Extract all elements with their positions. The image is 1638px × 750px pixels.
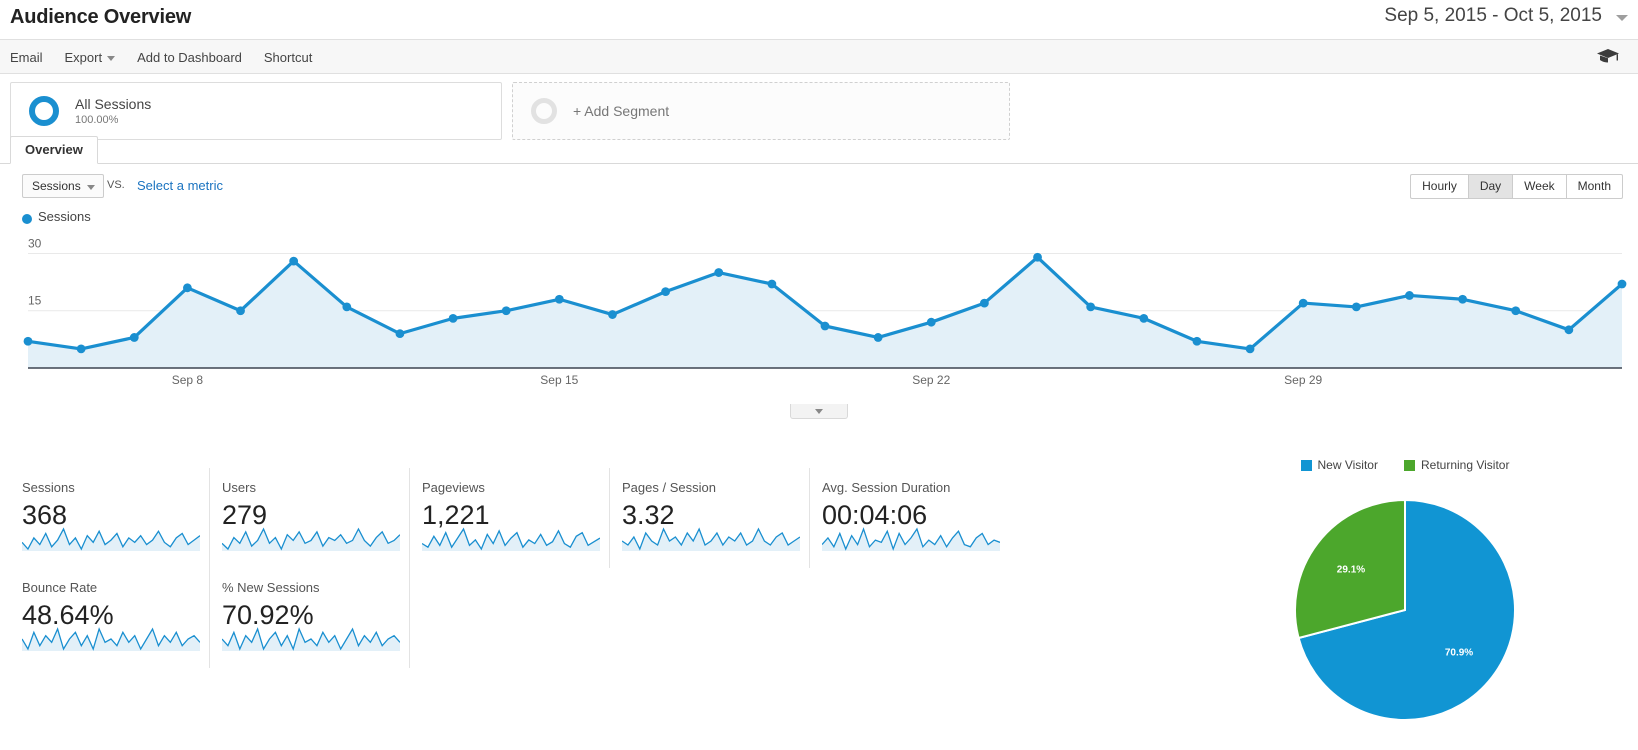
visitor-type-pie-chart[interactable]: 70.9% 29.1% [1190,475,1620,745]
metric-select-value: Sessions [32,179,81,193]
sessions-line-chart[interactable]: 15 30 Sep 8 Sep 15 Sep 22 Sep 29 [10,230,1628,419]
chart-legend: Sessions [0,208,1638,230]
legend-label-sessions: Sessions [38,209,91,224]
add-to-dashboard-label: Add to Dashboard [137,49,242,65]
metric-label: Pages / Session [622,480,716,495]
metric-label: % New Sessions [222,580,320,595]
tab-overview[interactable]: Overview [10,136,98,164]
date-range-caret-icon[interactable] [1616,15,1628,21]
add-segment-ring-icon [531,98,557,124]
select-a-metric-link[interactable]: Select a metric [137,178,223,193]
segment-name: All Sessions [75,95,152,112]
vs-label: VS. [107,179,125,191]
title-bar: Audience Overview Sep 5, 2015 - Oct 5, 2… [0,0,1638,40]
granularity-week[interactable]: Week [1512,174,1566,199]
date-range-picker[interactable]: Sep 5, 2015 - Oct 5, 2015 [1384,5,1602,27]
metric-card-avg-session-duration[interactable]: Avg. Session Duration 00:04:06 [810,468,1010,568]
pie-legend-label-returning: Returning Visitor [1420,458,1510,472]
export-label: Export [64,49,103,65]
metric-card-row-1: Sessions 368 Users 279 Pageviews 1,221 P… [10,468,1020,568]
shortcut-button[interactable]: Shortcut [264,50,312,65]
sessions-line-chart-svg: 15 30 Sep 8 Sep 15 Sep 22 Sep 29 [23,236,1627,387]
export-button[interactable]: Export [65,50,116,65]
granularity-month[interactable]: Month [1565,174,1623,199]
pie-legend-swatch-returning [1403,459,1415,471]
metric-label: Users [222,480,256,495]
segment-all-sessions[interactable]: All Sessions 100.00% [10,82,502,140]
metric-label: Pageviews [422,480,485,495]
pie-legend-label-new: New Visitor [1317,458,1378,472]
svg-text:Sep 8: Sep 8 [172,373,204,387]
metric-card-row-2: Bounce Rate 48.64% % New Sessions 70.92% [10,568,1020,668]
audience-overview-page: Audience Overview Sep 5, 2015 - Oct 5, 2… [0,0,1638,750]
metric-cards: Sessions 368 Users 279 Pageviews 1,221 P… [10,468,1020,668]
chevron-down-icon [107,55,116,61]
pie-legend-returning-visitor[interactable]: Returning Visitor [1403,458,1510,472]
chevron-down-icon [86,185,95,190]
sparkline [21,623,201,656]
metric-card-bounce-rate[interactable]: Bounce Rate 48.64% [10,568,210,668]
granularity-hourly[interactable]: Hourly [1410,174,1468,199]
page-title: Audience Overview [10,6,192,28]
segment-ring-icon [29,96,59,126]
svg-text:15: 15 [28,294,42,308]
sparkline [221,523,401,556]
svg-text:Sep 29: Sep 29 [1284,373,1322,387]
pie-legend: New Visitor Returning Visitor [1190,455,1620,475]
chart-controls: Sessions VS. Select a metric Hourly Day … [0,164,1638,208]
metric-label: Avg. Session Duration [822,480,951,495]
metric-card-users[interactable]: Users 279 [210,468,410,568]
action-toolbar: Email Export Add to Dashboard Shortcut [0,40,1638,74]
add-to-dashboard-button[interactable]: Add to Dashboard [137,50,242,65]
metric-label: Bounce Rate [22,580,98,595]
metric-select-dropdown[interactable]: Sessions [22,174,104,198]
sparkline [221,623,401,656]
legend-dot-sessions [22,214,32,224]
graduation-cap-icon[interactable] [1596,48,1620,69]
metric-card-new-sessions[interactable]: % New Sessions 70.92% [210,568,410,668]
granularity-button-group: Hourly Day Week Month [1410,174,1623,199]
segment-bar: All Sessions 100.00% + Add Segment [0,74,1638,140]
sparkline [621,523,801,556]
svg-text:Sep 22: Sep 22 [912,373,950,387]
metric-label: Sessions [22,480,75,495]
sparkline [421,523,601,556]
pie-legend-swatch-new [1300,459,1312,471]
metric-card-pageviews[interactable]: Pageviews 1,221 [410,468,610,568]
sparkline [821,523,1001,556]
metric-card-sessions[interactable]: Sessions 368 [10,468,210,568]
pie-legend-new-visitor[interactable]: New Visitor [1300,458,1378,472]
granularity-day[interactable]: Day [1467,174,1513,199]
metric-card-pages-per-session[interactable]: Pages / Session 3.32 [610,468,810,568]
tab-strip: Overview [0,136,1638,164]
chart-collapse-toggle[interactable] [790,404,848,419]
shortcut-label: Shortcut [263,49,313,65]
svg-text:30: 30 [28,236,42,250]
email-label: Email [10,49,43,65]
svg-text:29.1%: 29.1% [1337,564,1365,575]
svg-text:70.9%: 70.9% [1445,648,1473,659]
add-segment-label: + Add Segment [573,103,670,119]
svg-text:Sep 15: Sep 15 [540,373,578,387]
visitor-type-pie-area: New Visitor Returning Visitor 70.9% 29.1% [1190,455,1620,750]
segment-percent: 100.00% [75,113,119,126]
email-button[interactable]: Email [10,50,43,65]
sparkline [21,523,201,556]
add-segment-button[interactable]: + Add Segment [512,82,1010,140]
